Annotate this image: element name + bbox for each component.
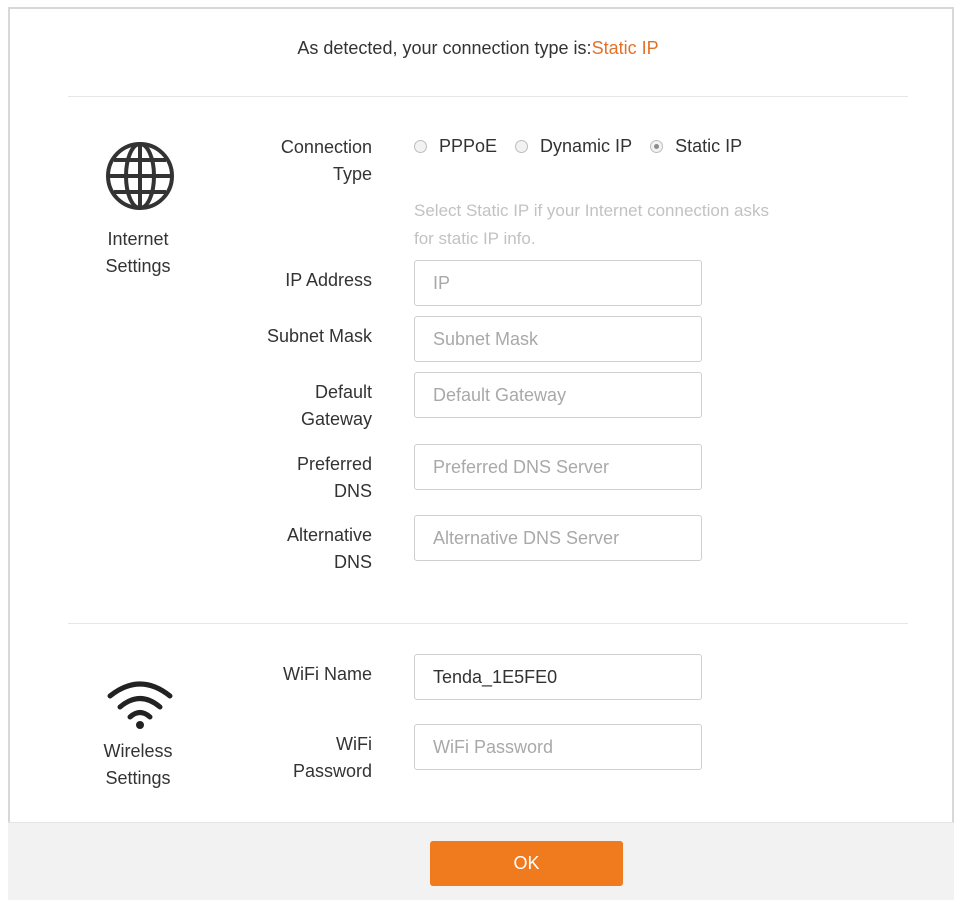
connection-type-label: Connection Type — [281, 134, 372, 188]
internet-settings-label: Internet Settings — [88, 226, 188, 280]
wireless-settings-label-line2: Settings — [105, 768, 171, 788]
internet-settings-label-line2: Settings — [105, 256, 171, 276]
divider-top — [68, 96, 908, 97]
wireless-settings-label-line1: Wireless — [103, 741, 173, 761]
subnet-mask-input[interactable] — [414, 316, 702, 362]
ok-button[interactable]: OK — [430, 841, 623, 886]
wifi-icon — [105, 678, 175, 735]
globe-icon — [104, 140, 176, 217]
ip-address-label-text: IP Address — [285, 270, 372, 290]
static-ip-hint-line1: Select Static IP if your Internet connec… — [414, 201, 769, 220]
alternative-dns-label-line1: Alternative — [286, 525, 372, 545]
radio-dynamic-ip-label: Dynamic IP — [540, 136, 633, 156]
wifi-password-label-line2: Password — [292, 761, 372, 781]
ip-address-label: IP Address — [285, 267, 372, 294]
divider-middle — [68, 623, 908, 624]
default-gateway-input[interactable] — [414, 372, 702, 418]
alternative-dns-label-line2: DNS — [333, 552, 372, 572]
radio-dynamic-ip-circle[interactable] — [515, 140, 529, 153]
wifi-password-label: WiFi Password — [293, 731, 372, 785]
default-gateway-label: Default Gateway — [301, 379, 372, 433]
detected-prefix: As detected, your connection type is: — [297, 38, 592, 58]
preferred-dns-label-line1: Preferred — [296, 454, 372, 474]
wifi-password-label-line1: WiFi — [336, 734, 372, 754]
wireless-settings-label: Wireless Settings — [88, 738, 188, 792]
static-ip-hint-line2: for static IP info. — [414, 229, 536, 248]
wifi-name-label: WiFi Name — [283, 661, 372, 688]
alternative-dns-input[interactable] — [414, 515, 702, 561]
preferred-dns-label-line2: DNS — [333, 481, 372, 501]
connection-type-label-line1: Connection — [280, 137, 372, 157]
alternative-dns-label: Alternative DNS — [287, 522, 372, 576]
wifi-name-label-text: WiFi Name — [283, 664, 372, 684]
radio-pppoe[interactable]: PPPoE — [414, 136, 497, 157]
internet-settings-label-line1: Internet — [107, 229, 169, 249]
ip-address-input[interactable] — [414, 260, 702, 306]
default-gateway-label-line2: Gateway — [300, 409, 372, 429]
subnet-mask-label-text: Subnet Mask — [266, 326, 372, 346]
radio-static-ip[interactable]: Static IP — [650, 136, 742, 157]
connection-type-label-line2: Type — [332, 164, 372, 184]
connection-type-radio-group: PPPoE Dynamic IP Static IP — [414, 136, 760, 157]
wifi-name-input[interactable] — [414, 654, 702, 700]
static-ip-hint: Select Static IP if your Internet connec… — [414, 197, 864, 253]
preferred-dns-label: Preferred DNS — [297, 451, 372, 505]
wifi-password-input[interactable] — [414, 724, 702, 770]
radio-dynamic-ip[interactable]: Dynamic IP — [515, 136, 632, 157]
subnet-mask-label: Subnet Mask — [267, 323, 372, 350]
radio-static-ip-circle[interactable] — [650, 140, 664, 153]
radio-pppoe-circle[interactable] — [414, 140, 427, 153]
radio-static-ip-label: Static IP — [675, 136, 743, 156]
preferred-dns-input[interactable] — [414, 444, 702, 490]
radio-pppoe-label: PPPoE — [439, 136, 498, 156]
detected-connection-type: Static IP — [591, 38, 659, 58]
default-gateway-label-line1: Default — [314, 382, 372, 402]
detected-connection-text: As detected, your connection type is:Sta… — [0, 38, 956, 59]
